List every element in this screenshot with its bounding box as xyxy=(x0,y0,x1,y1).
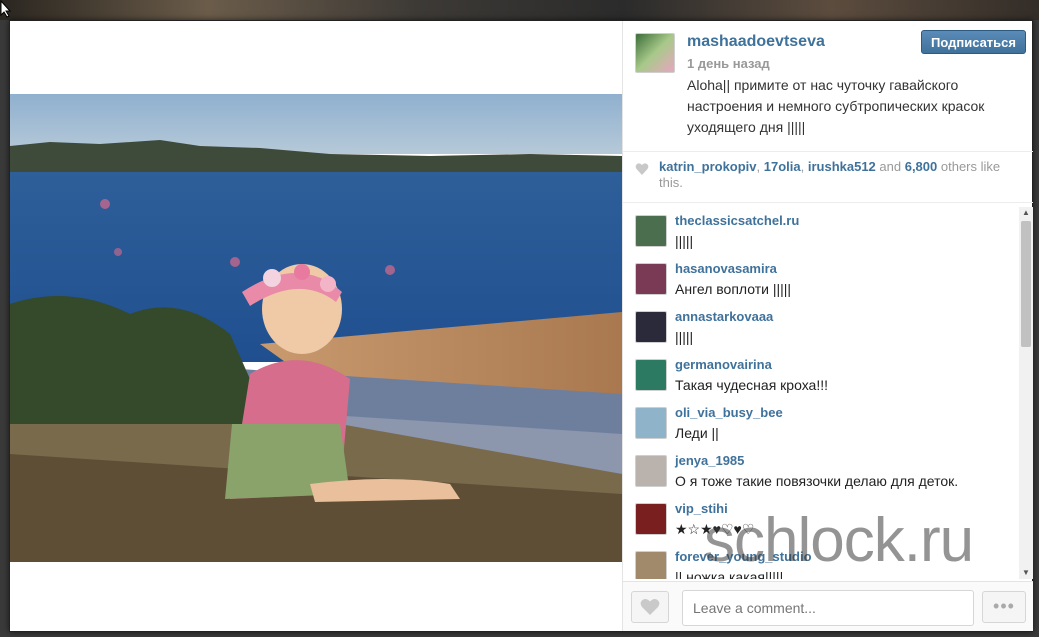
comment-item: hasanovasamira Ангел воплоти ||||| xyxy=(623,253,1019,301)
more-options-icon[interactable]: ••• xyxy=(982,591,1026,623)
follow-button[interactable]: Подписаться xyxy=(921,30,1026,54)
comment-input[interactable] xyxy=(682,590,974,626)
liker-2[interactable]: 17olia xyxy=(764,159,801,174)
commenter-username[interactable]: hasanovasamira xyxy=(675,261,777,276)
commenter-avatar[interactable] xyxy=(635,263,667,295)
comment-item: annastarkovaaa ||||| xyxy=(623,301,1019,349)
liker-3[interactable]: irushka512 xyxy=(808,159,876,174)
commenter-avatar[interactable] xyxy=(635,503,667,535)
likes-count[interactable]: 6,800 xyxy=(905,159,938,174)
comment-text: ||||| xyxy=(675,329,694,345)
owner-username[interactable]: mashaadoevtseva xyxy=(687,33,825,51)
scroll-thumb[interactable] xyxy=(1021,221,1031,347)
watermark: schlock.ru xyxy=(704,506,974,575)
liker-1[interactable]: katrin_prokopiv xyxy=(659,159,757,174)
comment-scrollbar[interactable]: ▲ ▼ xyxy=(1019,207,1033,579)
heart-icon xyxy=(640,599,660,615)
photo-pane xyxy=(10,21,622,631)
heart-icon xyxy=(635,163,649,175)
cursor-icon xyxy=(0,0,12,18)
commenter-avatar[interactable] xyxy=(635,359,667,391)
commenter-avatar[interactable] xyxy=(635,215,667,247)
commenter-username[interactable]: jenya_1985 xyxy=(675,453,744,468)
commenter-avatar[interactable] xyxy=(635,455,667,487)
scroll-up-icon[interactable]: ▲ xyxy=(1019,207,1033,219)
comment-text: О я тоже такие повязочки делаю для деток… xyxy=(675,473,959,489)
commenter-avatar[interactable] xyxy=(635,551,667,579)
post-timestamp: 1 день назад xyxy=(687,56,770,71)
commenter-username[interactable]: theclassicsatchel.ru xyxy=(675,213,799,228)
post-header: mashaadoevtseva 1 день назад Aloha|| при… xyxy=(623,21,1033,151)
comment-text: Такая чудесная кроха!!! xyxy=(675,377,829,393)
comment-item: theclassicsatchel.ru ||||| xyxy=(623,205,1019,253)
comment-text: Леди || xyxy=(675,425,719,441)
commenter-avatar[interactable] xyxy=(635,311,667,343)
scroll-down-icon[interactable]: ▼ xyxy=(1019,567,1033,579)
comment-footer: ••• xyxy=(623,581,1033,631)
background-strip xyxy=(0,0,1039,20)
comment-text: Ангел воплоти ||||| xyxy=(675,281,792,297)
commenter-username[interactable]: oli_via_busy_bee xyxy=(675,405,783,420)
likes-text: katrin_prokopiv, 17olia, irushka512 and … xyxy=(659,159,1001,190)
post-caption: Aloha|| примите от нас чуточку гавайског… xyxy=(687,77,985,135)
like-button[interactable] xyxy=(631,591,669,623)
comment-text: ||||| xyxy=(675,233,694,249)
commenter-username[interactable]: germanovairina xyxy=(675,357,772,372)
likes-section: katrin_prokopiv, 17olia, irushka512 and … xyxy=(623,151,1033,203)
comment-item: germanovairina Такая чудесная кроха!!! xyxy=(623,349,1019,397)
comment-item: oli_via_busy_bee Леди || xyxy=(623,397,1019,445)
owner-avatar[interactable] xyxy=(635,33,675,73)
commenter-username[interactable]: annastarkovaaa xyxy=(675,309,773,324)
commenter-avatar[interactable] xyxy=(635,407,667,439)
comment-item: jenya_1985 О я тоже такие повязочки дела… xyxy=(623,445,1019,493)
post-photo[interactable] xyxy=(10,94,622,562)
